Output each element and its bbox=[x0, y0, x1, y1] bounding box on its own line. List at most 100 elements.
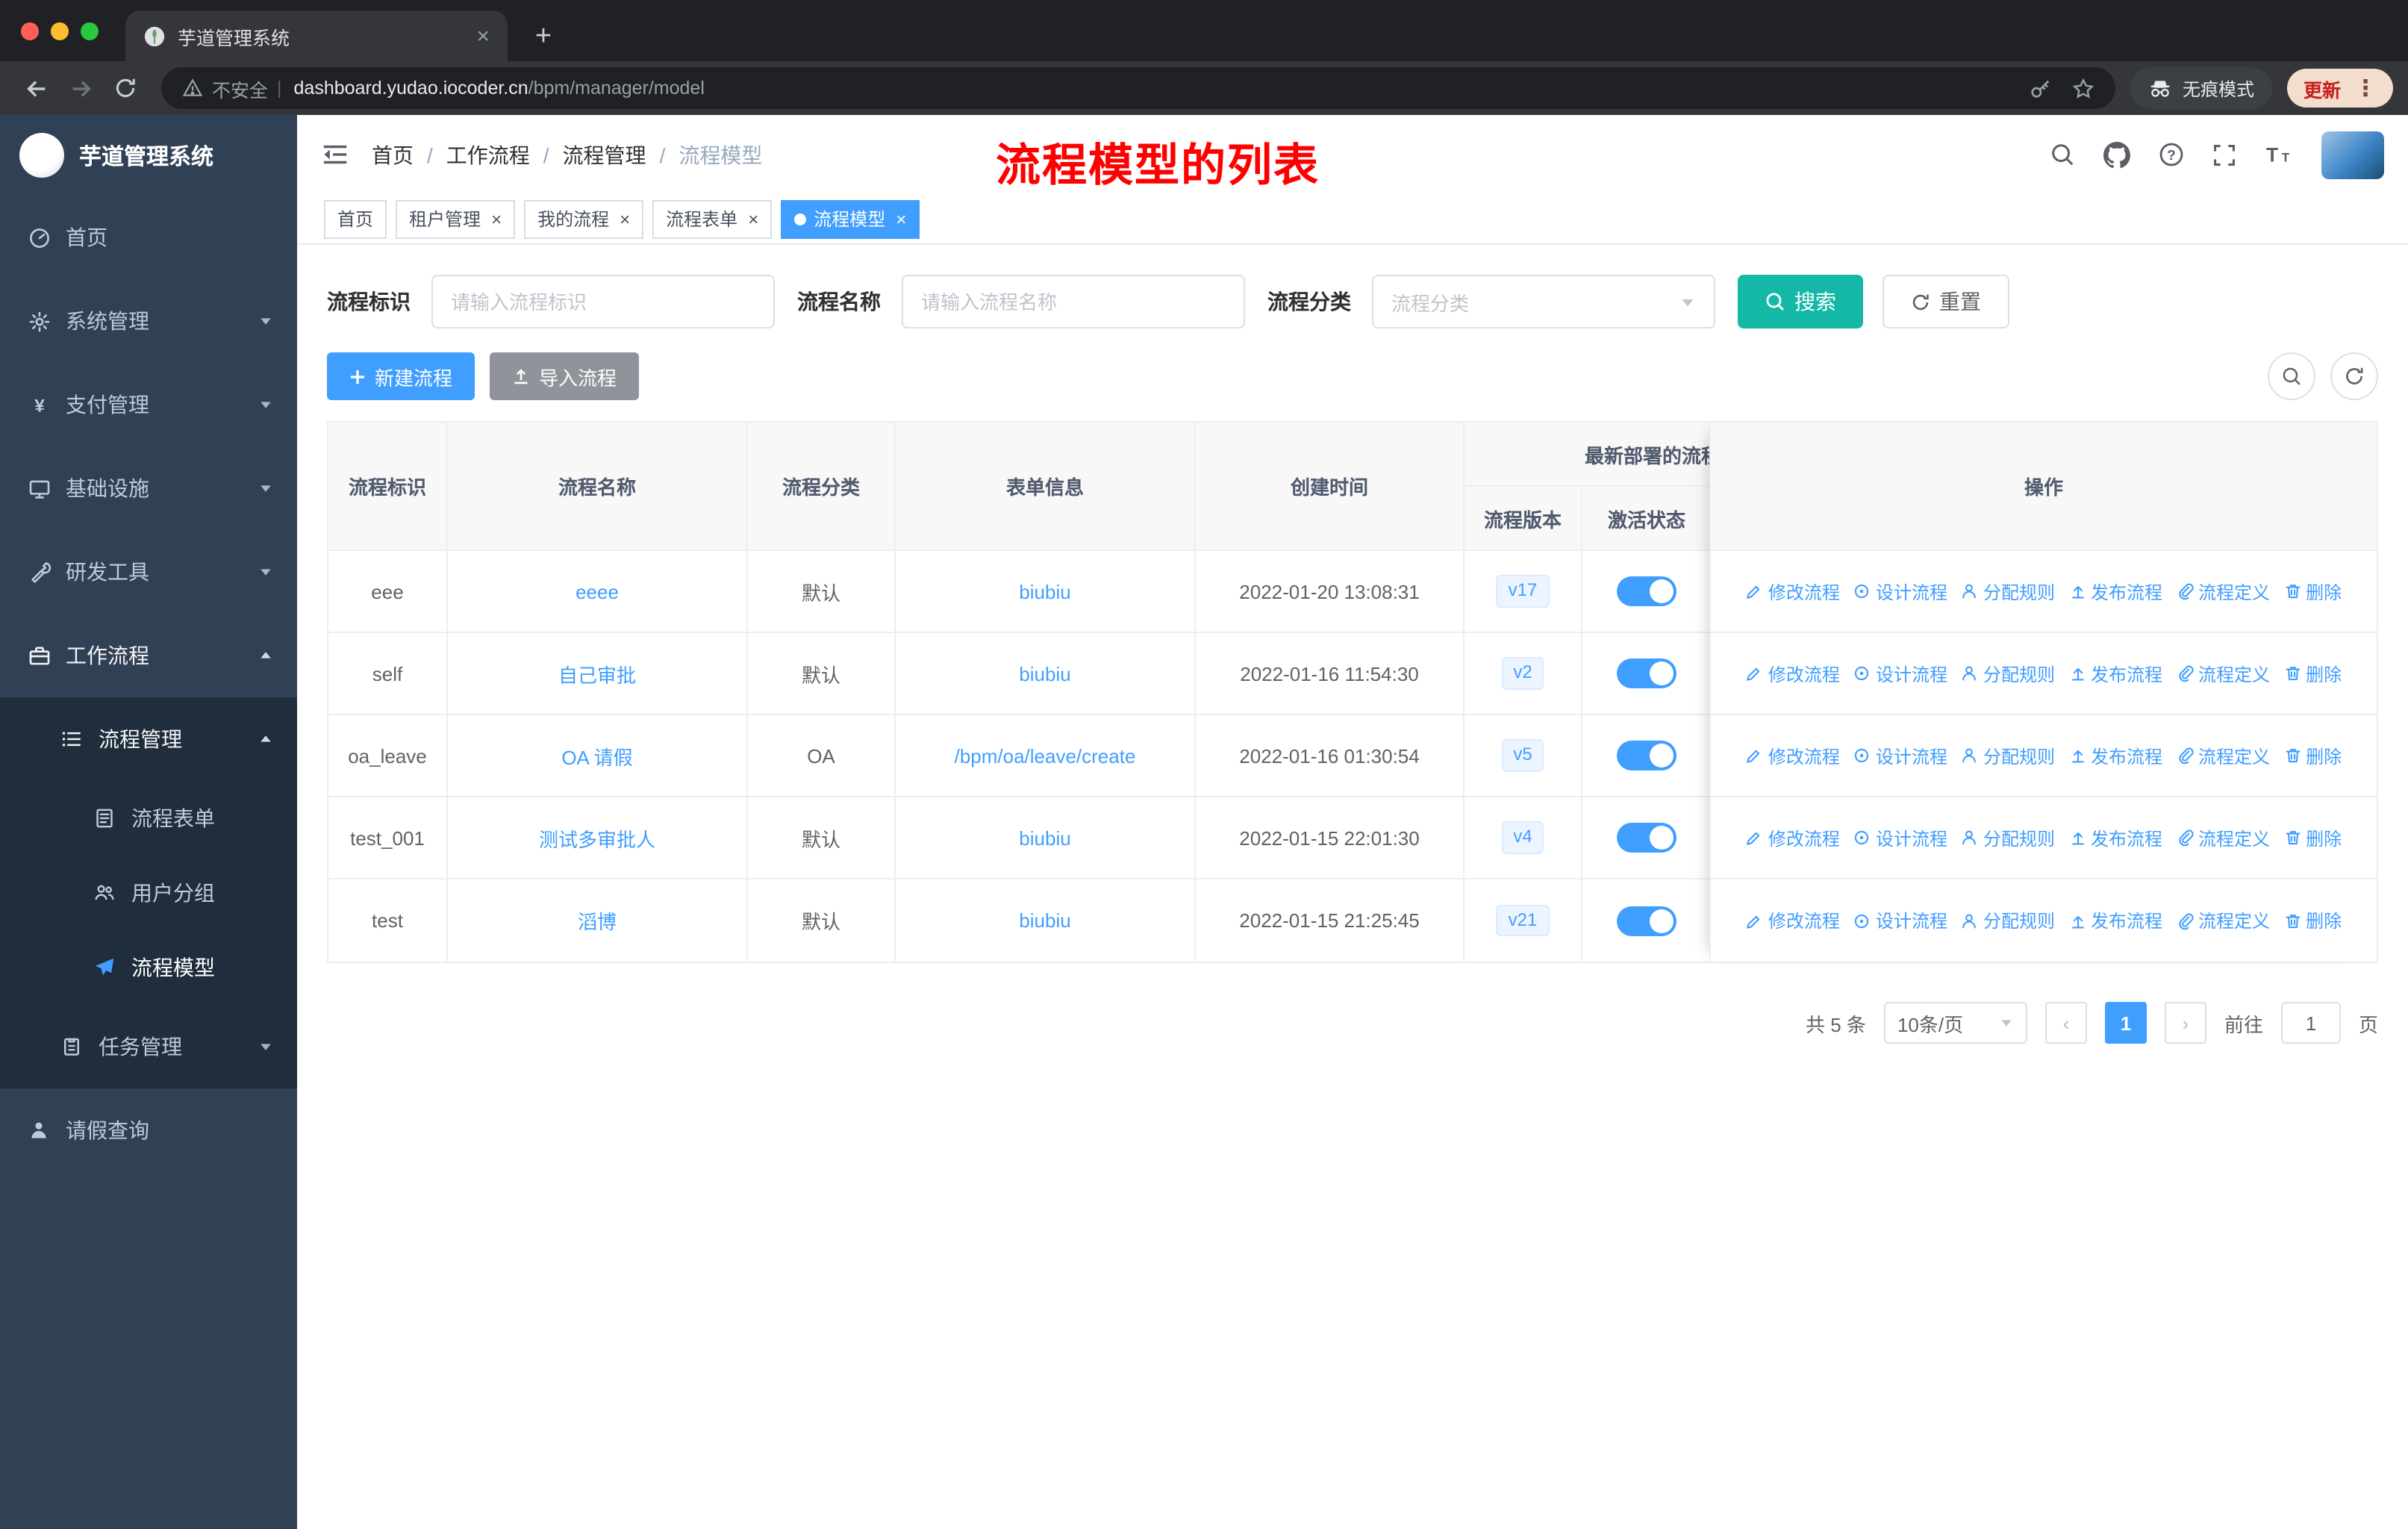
back-icon[interactable] bbox=[15, 67, 57, 109]
tag-home[interactable]: 首页 bbox=[324, 199, 387, 238]
process-name-link[interactable]: eeee bbox=[576, 580, 619, 602]
refresh-table-icon[interactable] bbox=[2330, 352, 2378, 400]
definition-process-link[interactable]: 流程定义 bbox=[2176, 661, 2270, 686]
design-process-link[interactable]: 设计流程 bbox=[1853, 579, 1947, 604]
maximize-window-button[interactable] bbox=[81, 22, 99, 40]
new-tab-button[interactable]: + bbox=[525, 22, 561, 51]
active-toggle[interactable] bbox=[1617, 741, 1676, 770]
create-process-button[interactable]: 新建流程 bbox=[327, 352, 475, 400]
reset-button[interactable]: 重置 bbox=[1883, 275, 2009, 328]
help-icon[interactable]: ? bbox=[2159, 142, 2184, 167]
edit-process-link[interactable]: 修改流程 bbox=[1746, 661, 1840, 686]
sidebar-item-task-manage[interactable]: 任务管理 bbox=[0, 1005, 297, 1089]
design-process-link[interactable]: 设计流程 bbox=[1853, 908, 1947, 933]
close-window-button[interactable] bbox=[21, 22, 39, 40]
version-tag[interactable]: v4 bbox=[1501, 821, 1544, 854]
breadcrumb-item[interactable]: 工作流程 bbox=[446, 140, 530, 169]
form-info-link[interactable]: biubiu bbox=[1019, 909, 1070, 932]
version-tag[interactable]: v5 bbox=[1501, 739, 1544, 772]
active-toggle[interactable] bbox=[1617, 906, 1676, 935]
form-info-link[interactable]: biubiu bbox=[1019, 662, 1070, 685]
filter-category-select[interactable]: 流程分类 bbox=[1372, 275, 1715, 328]
tag-close-icon[interactable]: × bbox=[620, 210, 630, 228]
import-process-button[interactable]: 导入流程 bbox=[490, 352, 640, 400]
avatar[interactable] bbox=[2321, 131, 2384, 178]
search-icon[interactable] bbox=[2050, 142, 2075, 167]
fullscreen-icon[interactable] bbox=[2212, 143, 2236, 166]
version-tag[interactable]: v2 bbox=[1501, 657, 1544, 690]
publish-process-link[interactable]: 发布流程 bbox=[2068, 661, 2162, 686]
breadcrumb-item[interactable]: 流程管理 bbox=[563, 140, 646, 169]
delete-process-link[interactable]: 删除 bbox=[2283, 579, 2342, 604]
tag-tenant[interactable]: 租户管理 × bbox=[396, 199, 516, 238]
active-toggle[interactable] bbox=[1617, 576, 1676, 606]
design-process-link[interactable]: 设计流程 bbox=[1853, 825, 1947, 850]
minimize-window-button[interactable] bbox=[51, 22, 69, 40]
next-page-button[interactable]: › bbox=[2164, 1002, 2206, 1044]
sidebar-item-home[interactable]: 首页 bbox=[0, 196, 297, 279]
publish-process-link[interactable]: 发布流程 bbox=[2068, 743, 2162, 768]
bookmark-star-icon[interactable] bbox=[2072, 77, 2094, 99]
sidebar-item-bpm-manage[interactable]: 流程管理 bbox=[0, 697, 297, 781]
search-button[interactable]: 搜索 bbox=[1738, 275, 1863, 328]
github-icon[interactable] bbox=[2103, 141, 2130, 168]
active-toggle[interactable] bbox=[1617, 658, 1676, 688]
page-size-select[interactable]: 10条/页 bbox=[1883, 1002, 2027, 1044]
sidebar-item-pay[interactable]: ¥ 支付管理 bbox=[0, 363, 297, 446]
edit-process-link[interactable]: 修改流程 bbox=[1746, 743, 1840, 768]
sidebar-item-bpm-model[interactable]: 流程模型 bbox=[0, 930, 297, 1005]
assign-process-link[interactable]: 分配规则 bbox=[1961, 908, 2055, 933]
assign-process-link[interactable]: 分配规则 bbox=[1961, 579, 2055, 604]
delete-process-link[interactable]: 删除 bbox=[2283, 825, 2342, 850]
update-button[interactable]: 更新 ⋮ bbox=[2286, 69, 2393, 108]
tag-my-process[interactable]: 我的流程 × bbox=[524, 199, 644, 238]
breadcrumb-item[interactable]: 首页 bbox=[372, 140, 414, 169]
process-name-link[interactable]: 自己审批 bbox=[558, 659, 636, 688]
active-toggle[interactable] bbox=[1617, 823, 1676, 853]
edit-process-link[interactable]: 修改流程 bbox=[1746, 908, 1840, 933]
edit-process-link[interactable]: 修改流程 bbox=[1746, 579, 1840, 604]
tab-close-icon[interactable]: × bbox=[476, 25, 490, 47]
version-tag[interactable]: v21 bbox=[1496, 904, 1550, 937]
form-info-link[interactable]: biubiu bbox=[1019, 580, 1070, 602]
show-search-icon[interactable] bbox=[2268, 352, 2315, 400]
tag-close-icon[interactable]: × bbox=[748, 210, 758, 228]
reload-icon[interactable] bbox=[105, 67, 146, 109]
sidebar-item-user-group[interactable]: 用户分组 bbox=[0, 856, 297, 930]
current-page-button[interactable]: 1 bbox=[2104, 1002, 2147, 1044]
form-info-link[interactable]: biubiu bbox=[1019, 826, 1070, 849]
definition-process-link[interactable]: 流程定义 bbox=[2176, 825, 2270, 850]
delete-process-link[interactable]: 删除 bbox=[2283, 908, 2342, 933]
process-name-link[interactable]: 滔博 bbox=[578, 906, 617, 935]
definition-process-link[interactable]: 流程定义 bbox=[2176, 908, 2270, 933]
browser-menu-icon[interactable]: ⋮ bbox=[2354, 75, 2377, 102]
sidebar-item-system[interactable]: 系统管理 bbox=[0, 279, 297, 363]
publish-process-link[interactable]: 发布流程 bbox=[2068, 908, 2162, 933]
tag-close-icon[interactable]: × bbox=[491, 210, 502, 228]
design-process-link[interactable]: 设计流程 bbox=[1853, 661, 1947, 686]
sidebar-item-bpm-form[interactable]: 流程表单 bbox=[0, 781, 297, 856]
address-bar[interactable]: 不安全 | dashboard.yudao.iocoder.cn/bpm/man… bbox=[161, 67, 2115, 109]
filter-name-input[interactable] bbox=[902, 275, 1245, 328]
font-size-icon[interactable]: TT bbox=[2265, 142, 2293, 167]
key-icon[interactable] bbox=[2029, 77, 2051, 99]
publish-process-link[interactable]: 发布流程 bbox=[2068, 825, 2162, 850]
sidebar-item-devtool[interactable]: 研发工具 bbox=[0, 530, 297, 614]
goto-page-input[interactable] bbox=[2280, 1002, 2341, 1044]
browser-tab[interactable]: 芋道管理系统 × bbox=[125, 10, 508, 61]
sidebar-item-infra[interactable]: 基础设施 bbox=[0, 446, 297, 530]
sidebar-item-workflow[interactable]: 工作流程 bbox=[0, 614, 297, 697]
definition-process-link[interactable]: 流程定义 bbox=[2176, 579, 2270, 604]
process-name-link[interactable]: 测试多审批人 bbox=[539, 823, 655, 852]
edit-process-link[interactable]: 修改流程 bbox=[1746, 825, 1840, 850]
forward-icon[interactable] bbox=[60, 67, 102, 109]
sidebar-item-leave-query[interactable]: 请假查询 bbox=[0, 1089, 297, 1172]
assign-process-link[interactable]: 分配规则 bbox=[1961, 743, 2055, 768]
design-process-link[interactable]: 设计流程 bbox=[1853, 743, 1947, 768]
delete-process-link[interactable]: 删除 bbox=[2283, 743, 2342, 768]
version-tag[interactable]: v17 bbox=[1496, 575, 1550, 608]
security-indicator[interactable]: 不安全 | bbox=[182, 74, 282, 102]
assign-process-link[interactable]: 分配规则 bbox=[1961, 825, 2055, 850]
filter-key-input[interactable] bbox=[431, 275, 775, 328]
tag-process-form[interactable]: 流程表单 × bbox=[652, 199, 773, 238]
